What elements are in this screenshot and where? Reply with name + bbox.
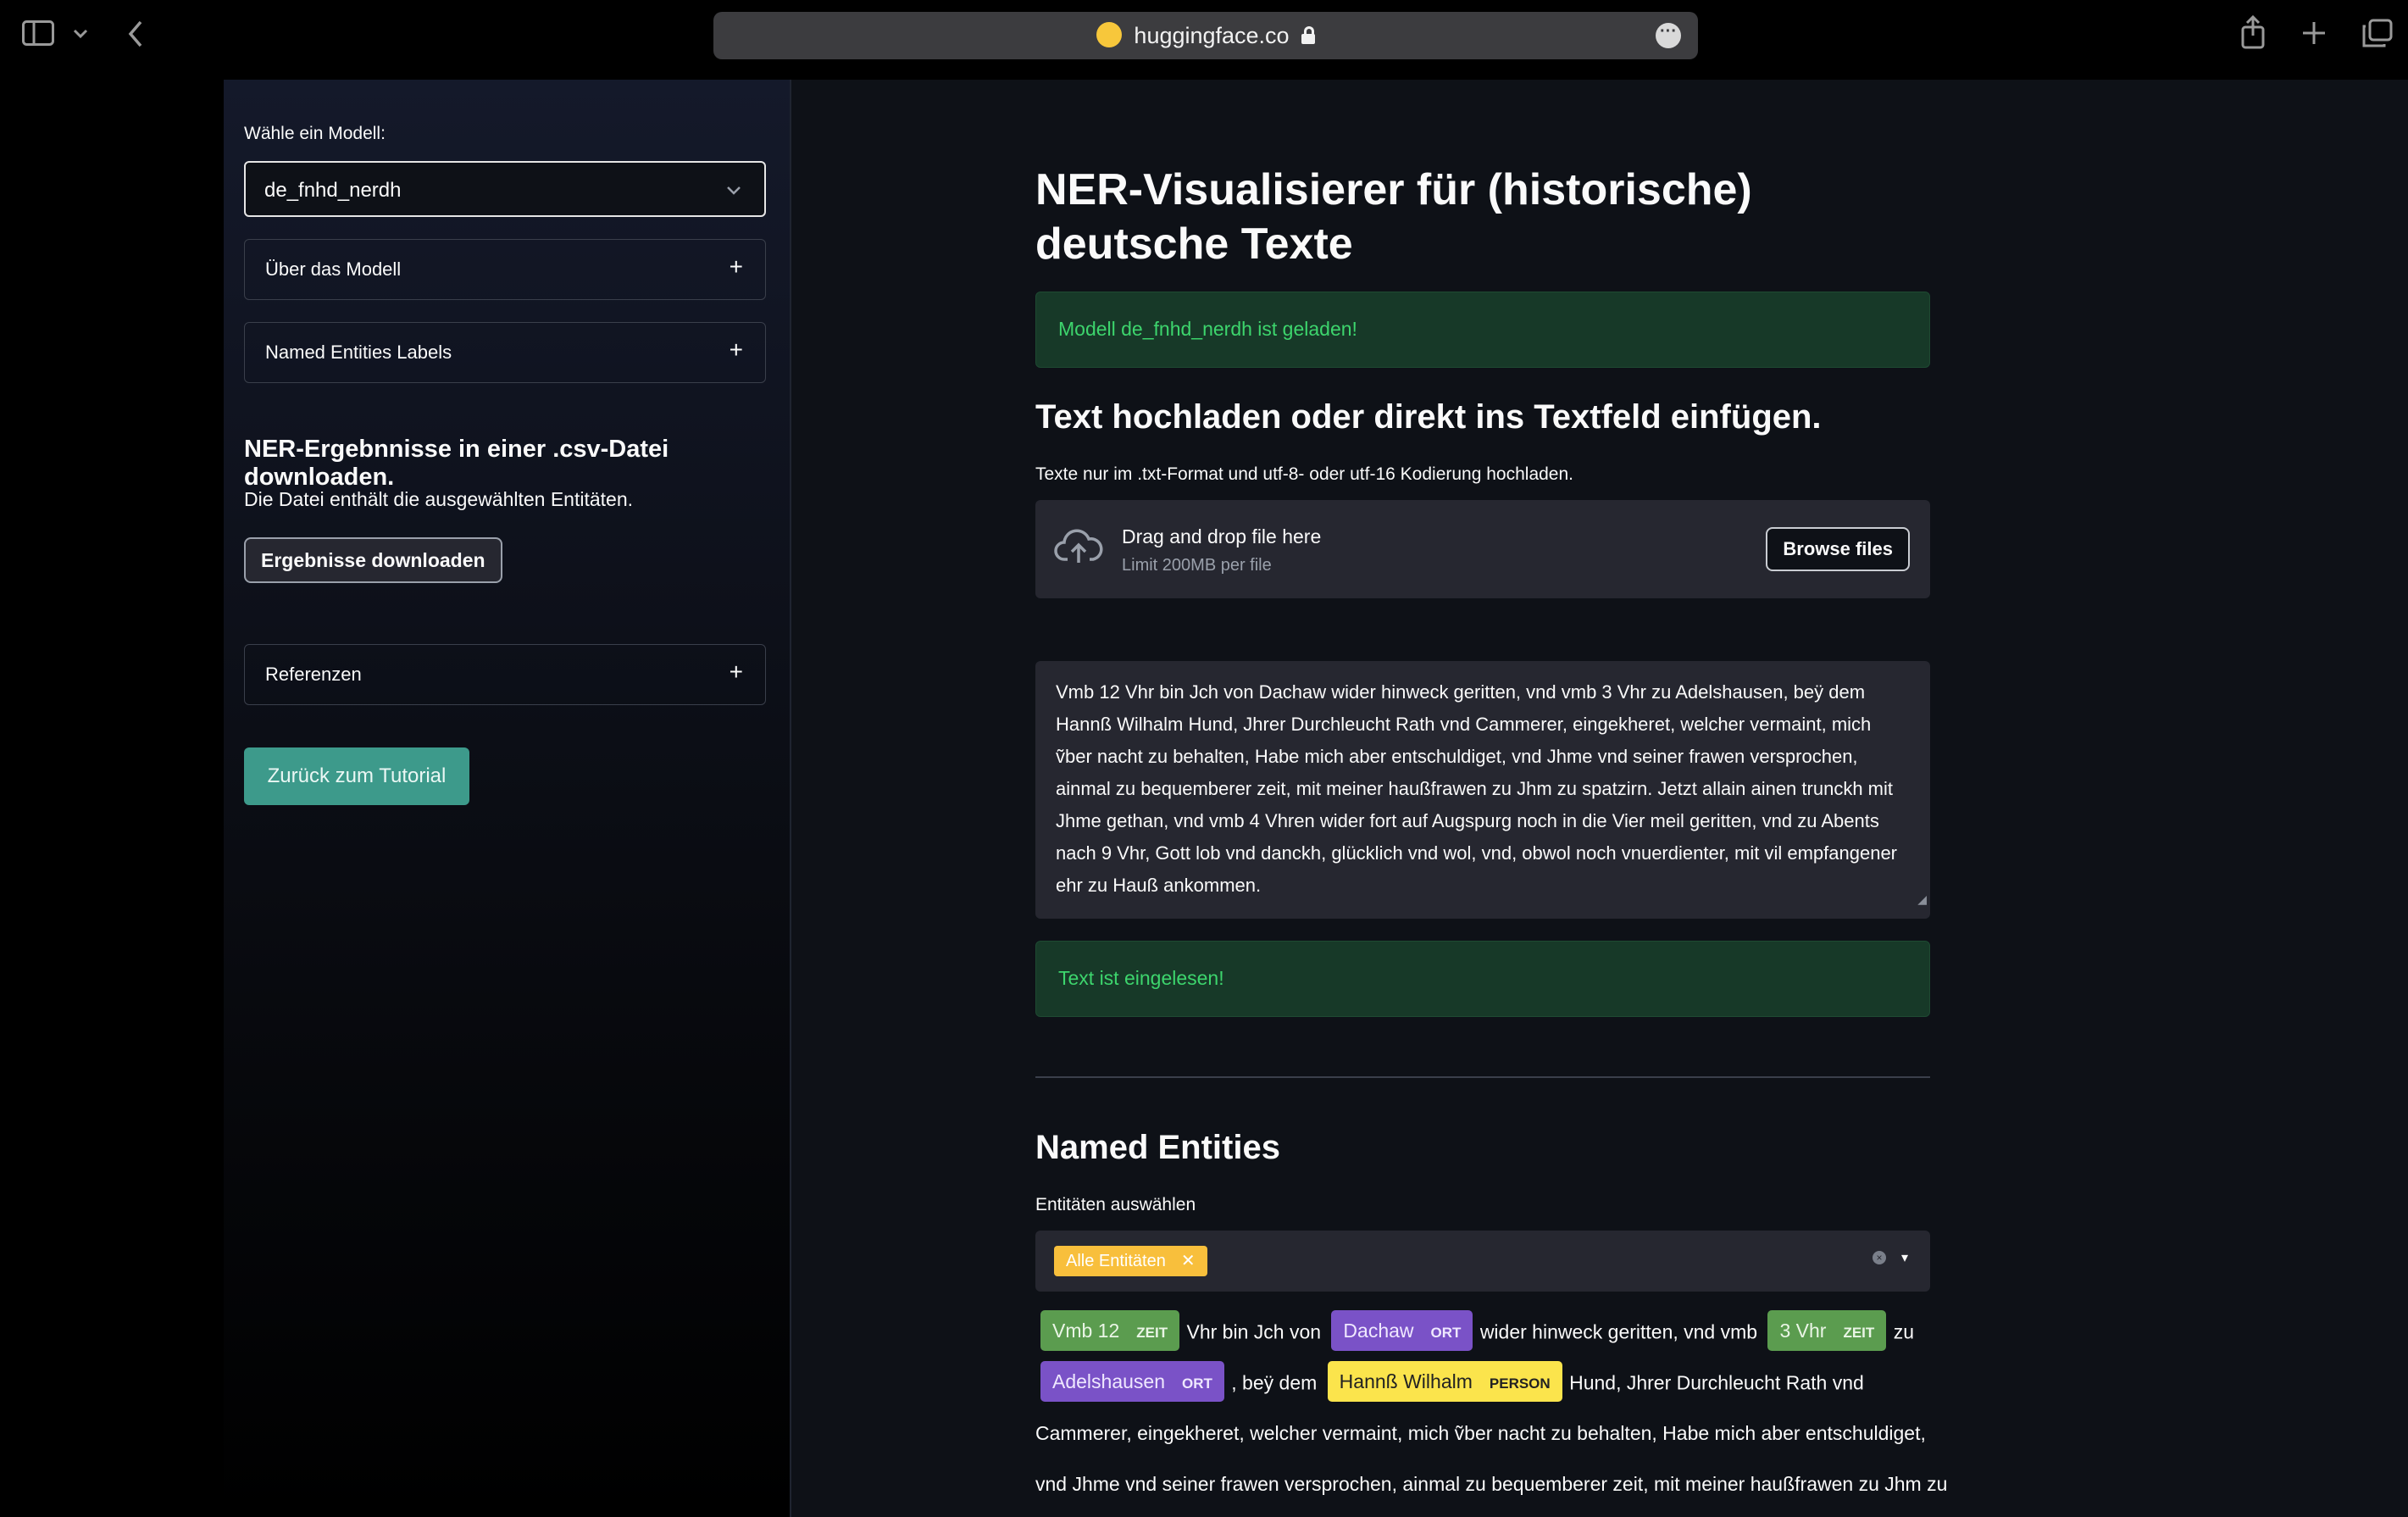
upload-hint: Texte nur im .txt-Format und utf-8- oder… xyxy=(1035,464,1573,484)
download-button[interactable]: Ergebnisse downloaden xyxy=(244,537,502,583)
download-heading: NER-Ergebnnisse in einer .csv-Datei down… xyxy=(244,436,669,491)
plus-icon: + xyxy=(729,336,743,363)
entity-tag-label: Alle Entitäten xyxy=(1066,1252,1166,1270)
tab-overview-icon[interactable] xyxy=(2362,19,2393,47)
plain-text: Hund, Jhrer Durchleucht Rath vnd xyxy=(1569,1371,1864,1394)
model-select-value: de_fnhd_nerdh xyxy=(264,179,402,202)
upload-heading: Text hochladen oder direkt ins Textfeld … xyxy=(1035,398,1822,436)
lock-icon xyxy=(1301,26,1315,44)
share-icon[interactable] xyxy=(2240,15,2266,49)
page-left-margin xyxy=(0,80,224,1517)
chevron-down-icon[interactable] xyxy=(73,29,88,39)
entities-multiselect[interactable]: Alle Entitäten ✕ × ▾ xyxy=(1035,1231,1930,1292)
plain-text: , beÿ dem xyxy=(1231,1371,1318,1394)
back-icon[interactable] xyxy=(127,20,144,47)
plain-text: Vhr bin Jch von xyxy=(1186,1320,1322,1343)
divider xyxy=(1035,1076,1930,1078)
browser-toolbar: huggingface.co ··· xyxy=(0,0,2408,80)
clear-icon[interactable]: × xyxy=(1873,1251,1886,1264)
expander-about-model[interactable]: Über das Modell + xyxy=(244,239,766,300)
entity-person: Hannß Wilhalm PERSON xyxy=(1327,1361,1562,1402)
entity-line: Vmb 12 ZEIT Vhr bin Jch von Dachaw ORT wid… xyxy=(1035,1310,1914,1351)
expander-references[interactable]: Referenzen + xyxy=(244,644,766,705)
model-select-label: Wähle ein Modell: xyxy=(244,124,386,143)
close-icon[interactable]: ✕ xyxy=(1181,1252,1196,1270)
sidebar: Wähle ein Modell: de_fnhd_nerdh Über das… xyxy=(224,80,791,1517)
expander-label: Referenzen xyxy=(265,664,362,685)
entities-heading: Named Entities xyxy=(1035,1129,1280,1166)
browse-files-button[interactable]: Browse files xyxy=(1766,527,1910,571)
more-icon[interactable]: ··· xyxy=(1656,23,1681,48)
address-bar[interactable]: huggingface.co ··· xyxy=(713,12,1698,59)
url-text: huggingface.co xyxy=(1134,23,1290,48)
model-select[interactable]: de_fnhd_nerdh xyxy=(244,161,766,217)
download-description: Die Datei enthält die ausgewählten Entit… xyxy=(244,488,634,510)
text-loaded-alert: Text ist eingelesen! xyxy=(1035,941,1930,1017)
expander-entity-labels[interactable]: Named Entities Labels + xyxy=(244,322,766,383)
entity-plain-line: Cammerer, eingekheret, welcher vermaint,… xyxy=(1035,1422,1926,1444)
page-title: NER-Visualisierer für (historische) deut… xyxy=(1035,165,1752,269)
url-display[interactable]: huggingface.co xyxy=(713,22,1698,49)
plus-icon: + xyxy=(729,253,743,280)
model-loaded-text: Modell de_fnhd_nerdh ist geladen! xyxy=(1058,318,1357,340)
text-input-value: Vmb 12 Vhr bin Jch von Dachaw wider hinw… xyxy=(1056,681,1898,896)
resize-handle-icon[interactable]: ◢ xyxy=(1917,883,1927,915)
model-loaded-alert: Modell de_fnhd_nerdh ist geladen! xyxy=(1035,292,1930,368)
entity-tag[interactable]: Alle Entitäten ✕ xyxy=(1054,1246,1207,1276)
expander-label: Über das Modell xyxy=(265,258,402,280)
entity-ort: Dachaw ORT xyxy=(1331,1310,1473,1351)
entity-zeit: 3 Vhr ZEIT xyxy=(1767,1310,1887,1351)
sidebar-toggle-icon[interactable] xyxy=(22,20,54,46)
entity-zeit: Vmb 12 ZEIT xyxy=(1040,1310,1180,1351)
chevron-down-icon xyxy=(727,186,741,195)
plain-text: wider hinweck geritten, vnd vmb xyxy=(1479,1320,1758,1343)
entity-line: Adelshausen ORT , beÿ dem Hannß Wilhalm PE… xyxy=(1035,1361,1864,1402)
text-loaded-text: Text ist eingelesen! xyxy=(1058,967,1224,989)
file-uploader[interactable]: Drag and drop file here Limit 200MB per … xyxy=(1035,500,1930,598)
expander-label: Named Entities Labels xyxy=(265,342,452,363)
entities-select-label: Entitäten auswählen xyxy=(1035,1195,1196,1214)
entity-ort: Adelshausen ORT xyxy=(1040,1361,1224,1402)
uploader-instruction: Drag and drop file here xyxy=(1122,525,1322,547)
new-tab-icon[interactable] xyxy=(2301,20,2327,46)
huggingface-logo-icon xyxy=(1096,22,1123,47)
text-input[interactable]: Vmb 12 Vhr bin Jch von Dachaw wider hinw… xyxy=(1035,661,1930,919)
cloud-upload-icon xyxy=(1054,529,1103,563)
plus-icon: + xyxy=(729,658,743,685)
uploader-limit: Limit 200MB per file xyxy=(1122,556,1272,575)
back-to-tutorial-button[interactable]: Zurück zum Tutorial xyxy=(244,747,469,805)
plain-text: zu xyxy=(1893,1320,1914,1343)
entity-plain-line: vnd Jhme vnd seiner frawen versprochen, … xyxy=(1035,1473,1948,1495)
caret-down-icon[interactable]: ▾ xyxy=(1901,1249,1908,1266)
